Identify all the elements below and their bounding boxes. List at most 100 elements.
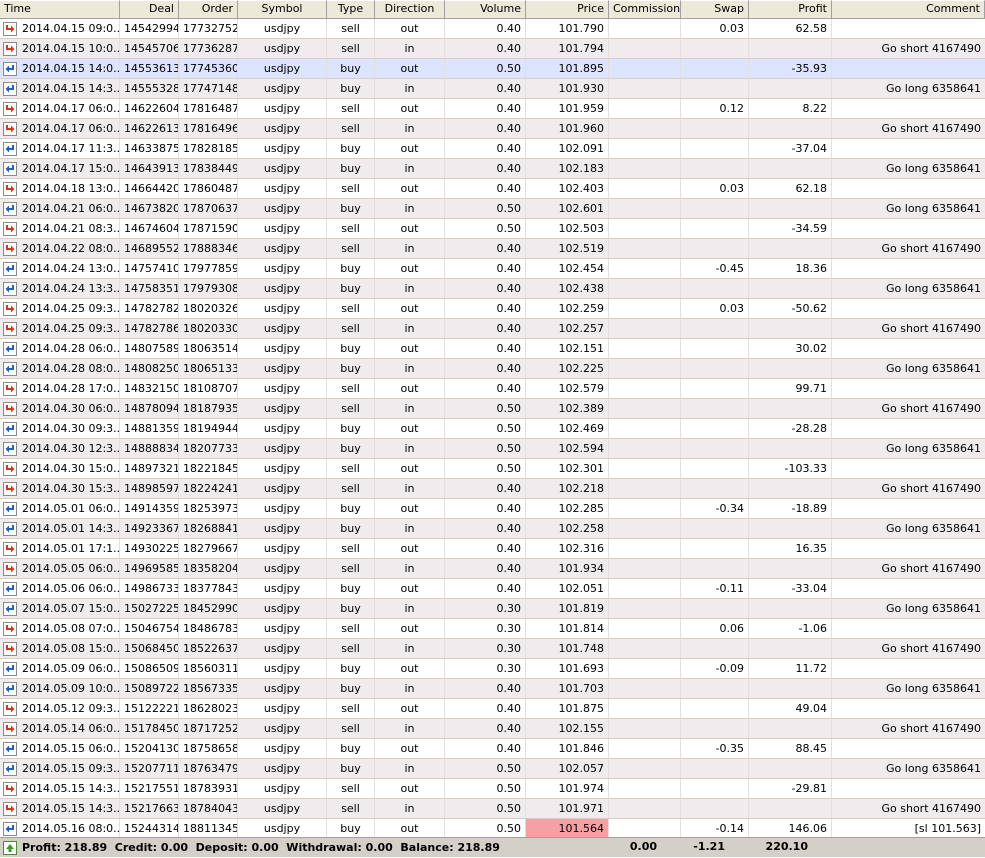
buy-deal-icon <box>3 741 17 756</box>
column-header-symbol[interactable]: Symbol <box>238 0 327 18</box>
direction-cell: in <box>375 319 445 338</box>
deal-cell: 14633875 <box>120 139 179 158</box>
table-row[interactable]: 2014.04.28 17:0... 14832150 18108707 usdjpy… <box>0 379 985 399</box>
symbol-cell: usdjpy <box>238 359 327 378</box>
volume-cell: 0.40 <box>445 179 526 198</box>
price-cell: 102.155 <box>526 719 609 738</box>
swap-cell <box>681 399 749 418</box>
profit-cell: -29.81 <box>749 779 832 798</box>
price-cell: 101.794 <box>526 39 609 58</box>
table-row[interactable]: 2014.05.09 06:0... 15086509 18560311 usdjpy… <box>0 659 985 679</box>
comment-cell <box>832 19 985 38</box>
table-row[interactable]: 2014.04.24 13:0... 14757410 17977859 usdjpy… <box>0 259 985 279</box>
table-row[interactable]: 2014.05.15 14:3... 15217551 18783931 usdjpy… <box>0 779 985 799</box>
table-row[interactable]: 2014.05.01 14:3... 14923367 18268841 usdjpy… <box>0 519 985 539</box>
time-text: 2014.04.22 08:0... <box>22 242 120 255</box>
table-row[interactable]: 2014.05.05 06:0... 14969585 18358204 usdjpy… <box>0 559 985 579</box>
deal-cell: 14782782 <box>120 299 179 318</box>
table-row[interactable]: 2014.04.30 09:3... 14881359 18194944 usdjpy… <box>0 419 985 439</box>
swap-cell: -0.14 <box>681 819 749 838</box>
price-cell: 102.057 <box>526 759 609 778</box>
commission-cell <box>609 239 681 258</box>
table-row[interactable]: 2014.05.09 10:0... 15089722 18567335 usdjpy… <box>0 679 985 699</box>
column-header-type[interactable]: Type <box>327 0 375 18</box>
column-header-volume[interactable]: Volume <box>445 0 526 18</box>
table-row[interactable]: 2014.04.22 08:0... 14689552 17888346 usdjpy… <box>0 239 985 259</box>
symbol-cell: usdjpy <box>238 639 327 658</box>
table-row[interactable]: 2014.05.12 09:3... 15122221 18628023 usdjpy… <box>0 699 985 719</box>
sell-deal-icon <box>3 121 17 136</box>
table-row[interactable]: 2014.05.16 08:0... 15244314 18811345 usdjpy… <box>0 819 985 839</box>
table-row[interactable]: 2014.05.01 17:1... 14930225 18279667 usdjpy… <box>0 539 985 559</box>
table-row[interactable]: 2014.05.08 07:0... 15046754 18486783 usdjpy… <box>0 619 985 639</box>
type-cell: sell <box>327 219 375 238</box>
volume-cell: 0.50 <box>445 459 526 478</box>
type-cell: buy <box>327 359 375 378</box>
column-header-comment[interactable]: Comment <box>832 0 985 18</box>
table-row[interactable]: 2014.04.17 11:3... 14633875 17828185 usdjpy… <box>0 139 985 159</box>
table-row[interactable]: 2014.04.17 15:0... 14643913 17838449 usdjpy… <box>0 159 985 179</box>
table-row[interactable]: 2014.04.30 12:3... 14888834 18207733 usdjpy… <box>0 439 985 459</box>
table-row[interactable]: 2014.04.15 09:0... 14542994 17732752 usdjpy… <box>0 19 985 39</box>
profit-cell <box>749 639 832 658</box>
column-header-time[interactable]: Time <box>0 0 120 18</box>
time-text: 2014.05.09 06:0... <box>22 662 120 675</box>
profit-cell: 146.06 <box>749 819 832 838</box>
column-header-direction[interactable]: Direction <box>375 0 445 18</box>
order-cell: 17838449 <box>179 159 238 178</box>
table-row[interactable]: 2014.04.17 06:0... 14622604 17816487 usdjpy… <box>0 99 985 119</box>
table-row[interactable]: 2014.04.24 13:3... 14758351 17979308 usdjpy… <box>0 279 985 299</box>
profit-cell: -18.89 <box>749 499 832 518</box>
profit-cell <box>749 79 832 98</box>
comment-cell: Go long 6358641 <box>886 202 981 215</box>
table-row[interactable]: 2014.04.15 10:0... 14545706 17736287 usdjpy… <box>0 39 985 59</box>
table-row[interactable]: 2014.05.08 15:0... 15068450 18522637 usdjpy… <box>0 639 985 659</box>
table-row[interactable]: 2014.05.15 06:0... 15204130 18758658 usdjpy… <box>0 739 985 759</box>
column-header-commission[interactable]: Commission <box>609 0 681 18</box>
time-cell: 2014.04.17 06:0... <box>0 119 120 138</box>
column-header-deal[interactable]: Deal <box>120 0 179 18</box>
time-text: 2014.04.17 11:3... <box>22 142 120 155</box>
table-row[interactable]: 2014.04.28 08:0... 14808250 18065133 usdjpy… <box>0 359 985 379</box>
table-row[interactable]: 2014.04.21 08:3... 14674604 17871590 usdjpy… <box>0 219 985 239</box>
direction-cell: out <box>375 739 445 758</box>
volume-cell: 0.40 <box>445 99 526 118</box>
column-header-profit[interactable]: Profit <box>749 0 832 18</box>
price-cell: 101.930 <box>526 79 609 98</box>
column-header-swap[interactable]: Swap <box>681 0 749 18</box>
table-row[interactable]: 2014.04.28 06:0... 14807589 18063514 usdjpy… <box>0 339 985 359</box>
commission-cell <box>609 659 681 678</box>
table-row[interactable]: 2014.04.17 06:0... 14622613 17816496 usdjpy… <box>0 119 985 139</box>
table-row[interactable]: 2014.05.06 06:0... 14986733 18377843 usdjpy… <box>0 579 985 599</box>
table-row[interactable]: 2014.04.30 06:0... 14878094 18187935 usdjpy… <box>0 399 985 419</box>
deal-cell: 15046754 <box>120 619 179 638</box>
table-row[interactable]: 2014.05.01 06:0... 14914359 18253973 usdjpy… <box>0 499 985 519</box>
symbol-cell: usdjpy <box>238 779 327 798</box>
commission-cell <box>609 719 681 738</box>
table-row[interactable]: 2014.04.30 15:0... 14897321 18221845 usdjpy… <box>0 459 985 479</box>
table-row[interactable]: 2014.04.30 15:3... 14898597 18224241 usdjpy… <box>0 479 985 499</box>
time-text: 2014.05.01 17:1... <box>22 542 120 555</box>
swap-cell: -0.34 <box>681 499 749 518</box>
table-row[interactable]: 2014.04.25 09:3... 14782782 18020326 usdjpy… <box>0 299 985 319</box>
table-row[interactable]: 2014.05.15 09:3... 15207711 18763479 usdjpy… <box>0 759 985 779</box>
commission-cell <box>609 399 681 418</box>
table-row[interactable]: 2014.05.15 14:3... 15217663 18784043 usdjpy… <box>0 799 985 819</box>
type-cell: buy <box>327 499 375 518</box>
order-cell: 17732752 <box>179 19 238 38</box>
table-row[interactable]: 2014.04.21 06:0... 14673820 17870637 usdjpy… <box>0 199 985 219</box>
column-header-order[interactable]: Order <box>179 0 238 18</box>
table-row[interactable]: 2014.04.15 14:0... 14553613 17745360 usdjpy… <box>0 59 985 79</box>
column-header-price[interactable]: Price <box>526 0 609 18</box>
deal-cell: 15178450 <box>120 719 179 738</box>
swap-cell <box>681 559 749 578</box>
table-row[interactable]: 2014.04.18 13:0... 14664420 17860487 usdjpy… <box>0 179 985 199</box>
table-row[interactable]: 2014.05.07 15:0... 15027225 18452990 usdjpy… <box>0 599 985 619</box>
table-row[interactable]: 2014.04.15 14:3... 14555328 17747148 usdjpy… <box>0 79 985 99</box>
deal-cell: 14622604 <box>120 99 179 118</box>
table-row[interactable]: 2014.05.14 06:0... 15178450 18717252 usdjpy… <box>0 719 985 739</box>
table-row[interactable]: 2014.04.25 09:3... 14782786 18020330 usdjpy… <box>0 319 985 339</box>
volume-cell: 0.50 <box>445 419 526 438</box>
time-text: 2014.04.21 06:0... <box>22 202 120 215</box>
time-text: 2014.04.25 09:3... <box>22 322 120 335</box>
